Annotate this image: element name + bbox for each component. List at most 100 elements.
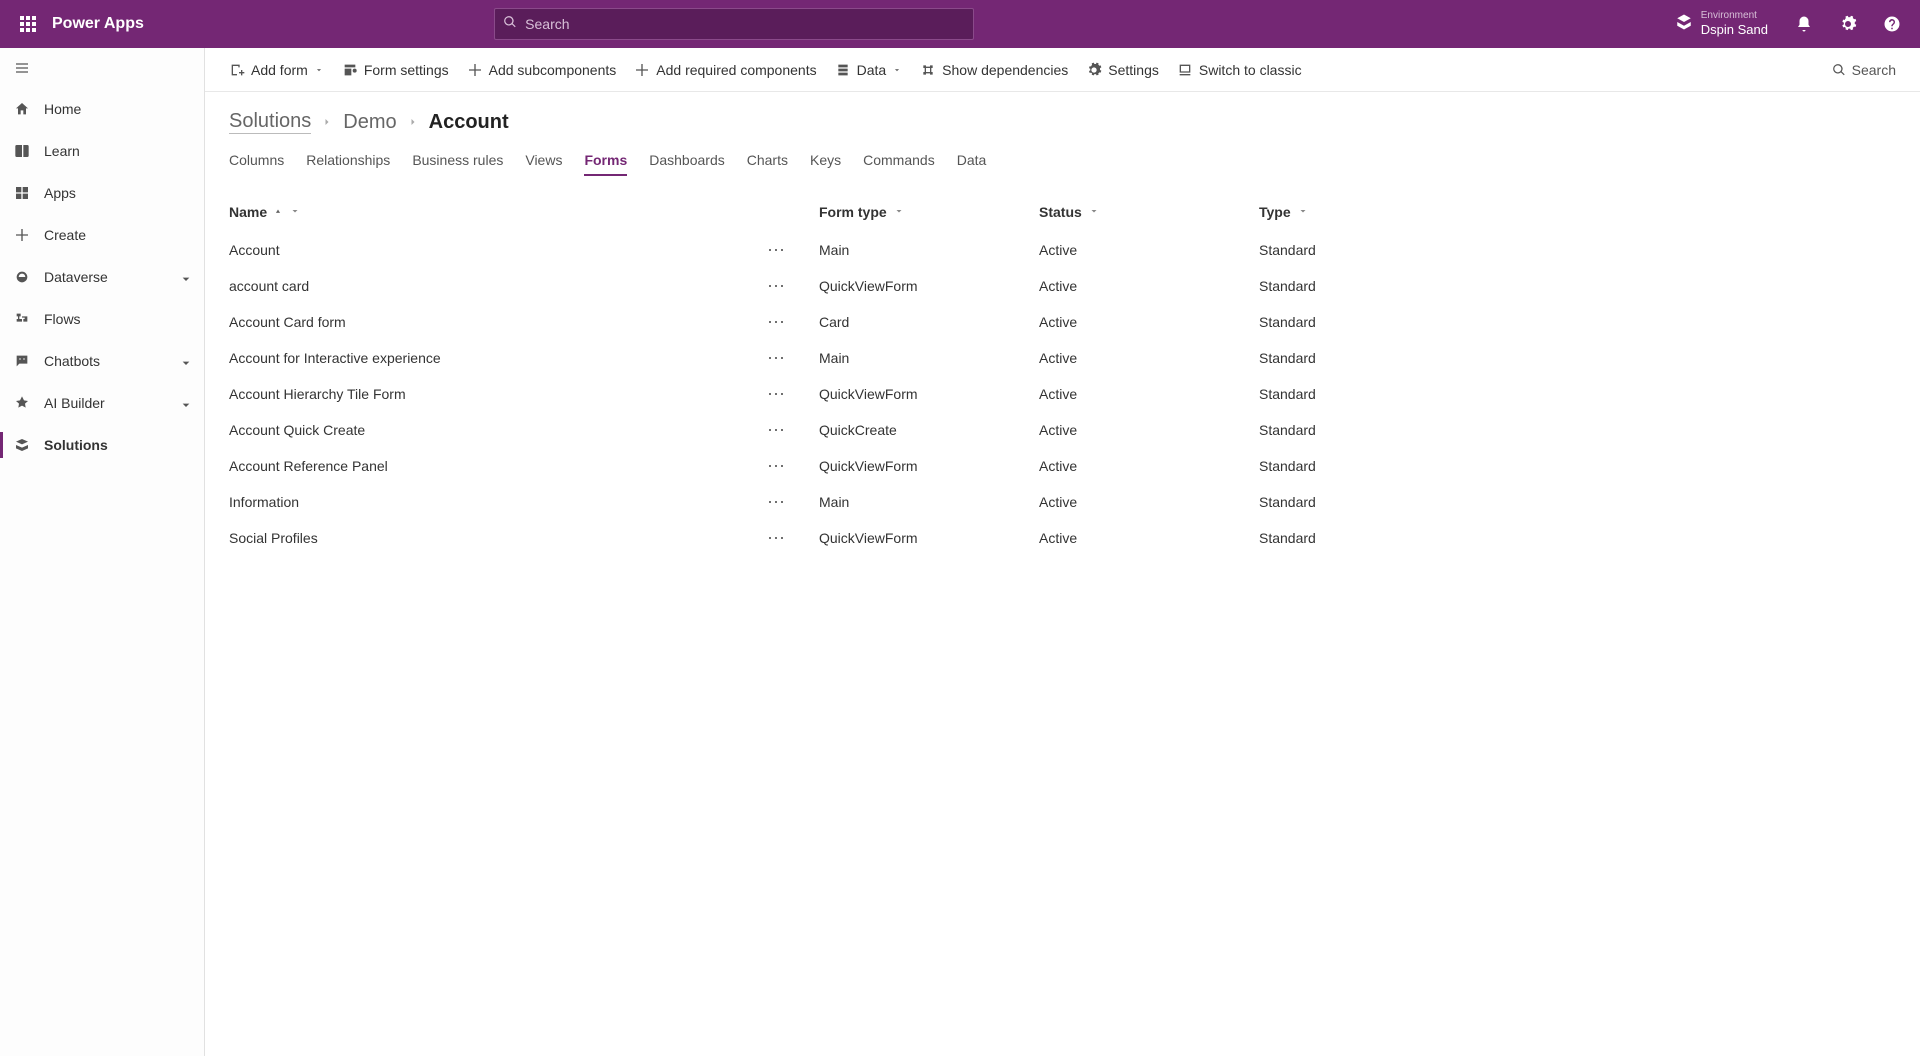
table-row[interactable]: Social Profiles⋯QuickViewFormActiveStand…: [229, 520, 1896, 556]
global-search[interactable]: [494, 8, 974, 40]
sidebar-item-label: Solutions: [44, 437, 108, 453]
col-name[interactable]: Name: [229, 204, 819, 220]
command-bar: Add form Form settings Add subcomponents…: [205, 48, 1920, 92]
cmd-form-settings[interactable]: Form settings: [334, 56, 457, 84]
row-more-icon[interactable]: ⋯: [765, 418, 789, 442]
sidebar-item-solutions[interactable]: Solutions: [0, 424, 204, 466]
row-status: Active: [1039, 242, 1259, 258]
row-status: Active: [1039, 278, 1259, 294]
tab-relationships[interactable]: Relationships: [306, 148, 390, 176]
row-more-icon[interactable]: ⋯: [765, 454, 789, 478]
sidebar-item-create[interactable]: Create: [0, 214, 204, 256]
settings-icon[interactable]: [1828, 4, 1868, 44]
breadcrumb: Solutions Demo Account: [229, 110, 1896, 134]
row-form-type: QuickViewForm: [819, 530, 1039, 546]
chevron-down-icon: [1297, 204, 1309, 220]
cmd-label: Switch to classic: [1199, 62, 1302, 78]
row-more-icon[interactable]: ⋯: [765, 310, 789, 334]
chevron-down-icon: [289, 204, 301, 220]
row-form-type: Card: [819, 314, 1039, 330]
sidebar-item-aibuilder[interactable]: AI Builder: [0, 382, 204, 424]
row-name[interactable]: Social Profiles: [229, 530, 318, 546]
chevron-down-icon: [314, 65, 324, 75]
cmdbar-search[interactable]: Search: [1824, 58, 1904, 82]
tab-forms[interactable]: Forms: [584, 148, 627, 176]
row-form-type: Main: [819, 494, 1039, 510]
row-more-icon[interactable]: ⋯: [765, 526, 789, 550]
ai-icon: [14, 395, 30, 411]
col-label: Name: [229, 204, 267, 220]
row-type: Standard: [1259, 458, 1559, 474]
col-type[interactable]: Type: [1259, 204, 1559, 220]
table-row[interactable]: Account Card form⋯CardActiveStandard: [229, 304, 1896, 340]
row-name[interactable]: Account Card form: [229, 314, 346, 330]
breadcrumb-mid[interactable]: Demo: [343, 111, 396, 134]
notifications-icon[interactable]: [1784, 4, 1824, 44]
breadcrumb-root[interactable]: Solutions: [229, 110, 311, 134]
tab-commands[interactable]: Commands: [863, 148, 935, 176]
chevron-down-icon: [1088, 204, 1100, 220]
environment-picker[interactable]: Environment Dspin Sand: [1675, 10, 1768, 38]
table-row[interactable]: account card⋯QuickViewFormActiveStandard: [229, 268, 1896, 304]
row-more-icon[interactable]: ⋯: [765, 382, 789, 406]
tab-data[interactable]: Data: [957, 148, 987, 176]
tab-business-rules[interactable]: Business rules: [412, 148, 503, 176]
waffle-icon[interactable]: [8, 4, 48, 44]
col-status[interactable]: Status: [1039, 204, 1259, 220]
sidebar-item-learn[interactable]: Learn: [0, 130, 204, 172]
gear-icon: [1086, 62, 1102, 78]
row-name[interactable]: Account Reference Panel: [229, 458, 388, 474]
chevron-down-icon: [178, 397, 190, 409]
sidebar-item-apps[interactable]: Apps: [0, 172, 204, 214]
row-name[interactable]: Account: [229, 242, 280, 258]
tab-views[interactable]: Views: [525, 148, 562, 176]
table-header: Name Form type Status Type: [229, 198, 1896, 232]
sidebar-item-dataverse[interactable]: Dataverse: [0, 256, 204, 298]
global-search-input[interactable]: [525, 16, 965, 32]
row-status: Active: [1039, 530, 1259, 546]
row-name[interactable]: Account for Interactive experience: [229, 350, 441, 366]
tab-keys[interactable]: Keys: [810, 148, 841, 176]
table-row[interactable]: Information⋯MainActiveStandard: [229, 484, 1896, 520]
plus-icon: [634, 62, 650, 78]
col-label: Type: [1259, 204, 1291, 220]
row-name[interactable]: Account Hierarchy Tile Form: [229, 386, 406, 402]
table-row[interactable]: Account⋯MainActiveStandard: [229, 232, 1896, 268]
row-more-icon[interactable]: ⋯: [765, 238, 789, 262]
table-row[interactable]: Account Hierarchy Tile Form⋯QuickViewFor…: [229, 376, 1896, 412]
environment-label: Environment: [1701, 10, 1768, 22]
col-form-type[interactable]: Form type: [819, 204, 1039, 220]
cmd-show-dependencies[interactable]: Show dependencies: [912, 56, 1076, 84]
cmd-switch-classic[interactable]: Switch to classic: [1169, 56, 1310, 84]
tab-charts[interactable]: Charts: [747, 148, 788, 176]
app-header: Power Apps Environment Dspin Sand: [0, 0, 1920, 48]
cmd-add-required[interactable]: Add required components: [626, 56, 824, 84]
row-name[interactable]: account card: [229, 278, 309, 294]
row-status: Active: [1039, 458, 1259, 474]
row-status: Active: [1039, 494, 1259, 510]
cmd-add-subcomponents[interactable]: Add subcomponents: [459, 56, 625, 84]
cmd-settings[interactable]: Settings: [1078, 56, 1167, 84]
tab-columns[interactable]: Columns: [229, 148, 284, 176]
table-row[interactable]: Account Quick Create⋯QuickCreateActiveSt…: [229, 412, 1896, 448]
row-name[interactable]: Information: [229, 494, 299, 510]
form-add-icon: [229, 62, 245, 78]
cmd-add-form[interactable]: Add form: [221, 56, 332, 84]
sidebar-item-label: Learn: [44, 143, 80, 159]
sidebar-item-label: Chatbots: [44, 353, 100, 369]
sidebar-item-home[interactable]: Home: [0, 88, 204, 130]
tab-dashboards[interactable]: Dashboards: [649, 148, 725, 176]
row-name[interactable]: Account Quick Create: [229, 422, 365, 438]
row-more-icon[interactable]: ⋯: [765, 274, 789, 298]
row-more-icon[interactable]: ⋯: [765, 346, 789, 370]
help-icon[interactable]: [1872, 4, 1912, 44]
sidebar-item-flows[interactable]: Flows: [0, 298, 204, 340]
sidebar-toggle[interactable]: [0, 48, 204, 88]
row-type: Standard: [1259, 242, 1559, 258]
sidebar-item-chatbots[interactable]: Chatbots: [0, 340, 204, 382]
table-body: Account⋯MainActiveStandardaccount card⋯Q…: [229, 232, 1896, 556]
table-row[interactable]: Account Reference Panel⋯QuickViewFormAct…: [229, 448, 1896, 484]
cmd-data[interactable]: Data: [827, 56, 911, 84]
row-more-icon[interactable]: ⋯: [765, 490, 789, 514]
table-row[interactable]: Account for Interactive experience⋯MainA…: [229, 340, 1896, 376]
